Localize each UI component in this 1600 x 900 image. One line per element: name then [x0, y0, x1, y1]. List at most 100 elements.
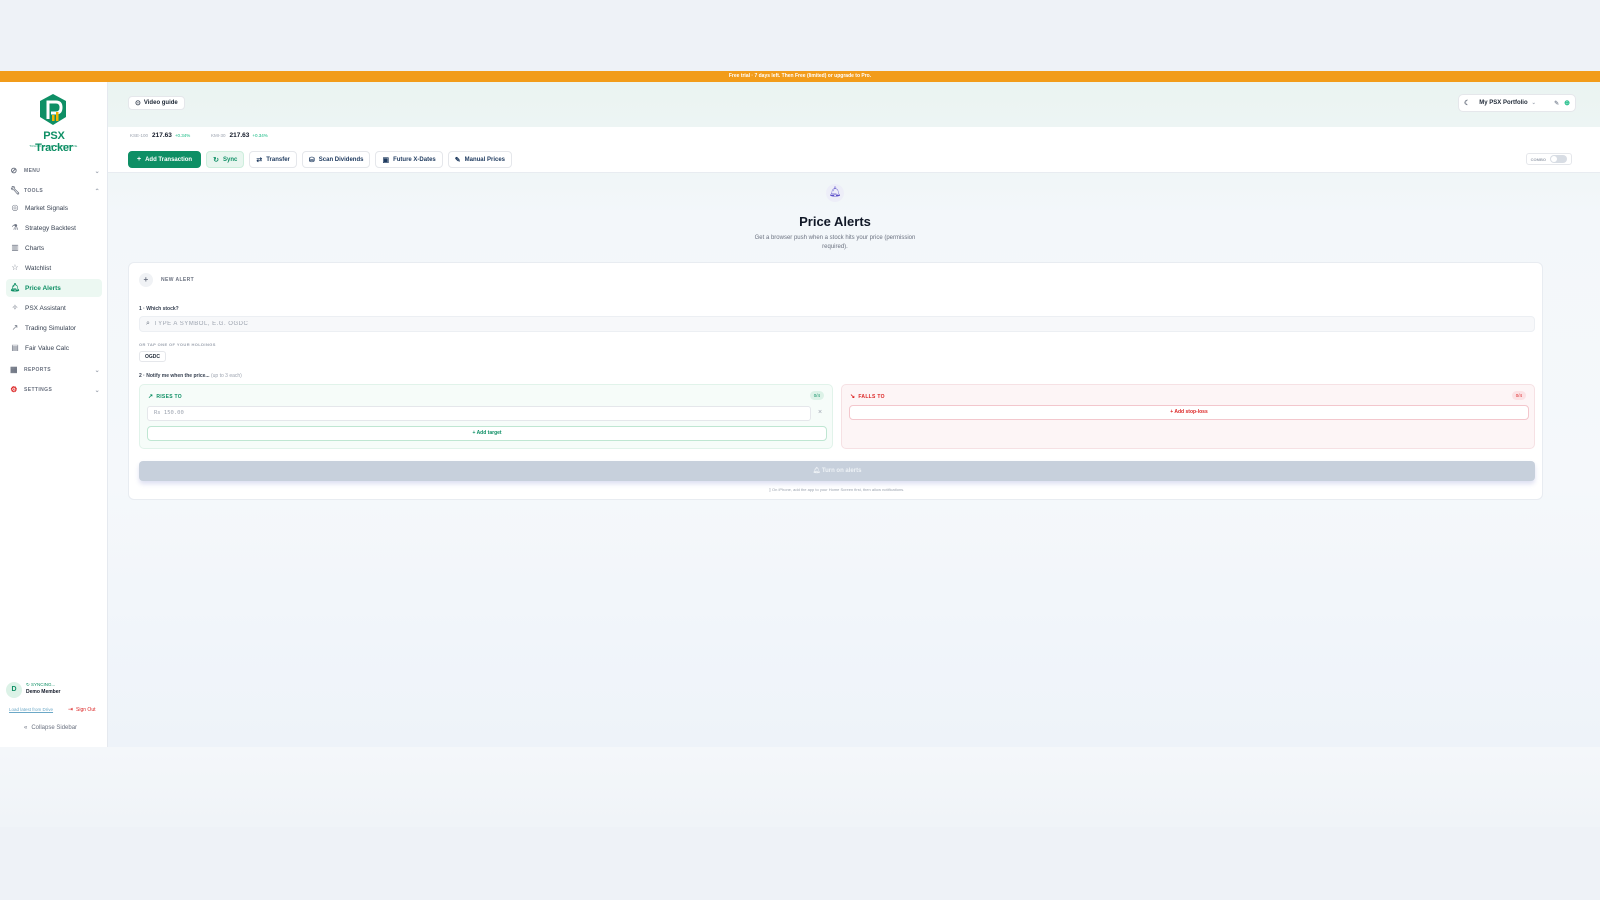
- page-title: Price Alerts: [799, 214, 871, 229]
- brand-name: PSX Tracker: [35, 130, 73, 154]
- toggle-switch[interactable]: [1550, 155, 1567, 163]
- main-content: ⊙ Video guide ☾ My PSX Portfolio ⌄ ✎ ⊕ K…: [108, 82, 1600, 747]
- compass-icon: ⊘: [10, 166, 18, 175]
- plus-icon: +: [137, 156, 142, 163]
- falls-to-panel: ↘ FALLS TO 0/4 + Add stop-loss: [841, 384, 1535, 449]
- app-shell: PSX Tracker TRACK MORE. EARN MORE. ⊘ MEN…: [0, 82, 1600, 747]
- bar-chart-icon: ▦: [10, 365, 18, 374]
- sidebar-section-menu[interactable]: ⊘ MENU ⌄: [8, 164, 100, 178]
- falls-to-header: ↘ FALLS TO: [850, 393, 885, 401]
- star-icon: ☆: [11, 263, 19, 272]
- chart-icon: ▥: [11, 243, 19, 252]
- symbol-search[interactable]: ⌕: [139, 316, 1535, 332]
- logo-mark-icon: [40, 94, 66, 125]
- arrow-down-right-icon: ↘: [850, 394, 856, 400]
- sidebar-item-charts[interactable]: ▥ Charts: [6, 239, 102, 257]
- sign-out-button[interactable]: ⇥ Sign Out: [68, 706, 96, 714]
- ticker-item: KSE-100 217.63 +0.34%: [130, 132, 191, 139]
- step-2-label: 2 · Notify me when the price... (up to 3…: [139, 373, 242, 379]
- combo-toggle[interactable]: COMBO: [1525, 153, 1572, 165]
- moon-icon[interactable]: ☾: [1464, 99, 1470, 107]
- scan-dividends-button[interactable]: ⛁ Scan Dividends: [301, 151, 371, 168]
- transfer-button[interactable]: ⇄ Transfer: [249, 151, 297, 168]
- add-circle-icon[interactable]: ⊕: [1564, 99, 1570, 107]
- portfolio-selector[interactable]: ☾ My PSX Portfolio ⌄ ✎ ⊕: [1458, 94, 1576, 112]
- sync-button[interactable]: ↻ Sync: [206, 151, 245, 168]
- add-stop-loss-button[interactable]: + Add stop-loss: [849, 405, 1529, 420]
- sidebar-item-watchlist[interactable]: ☆ Watchlist: [6, 259, 102, 277]
- symbol-search-input[interactable]: [153, 321, 754, 327]
- collapse-sidebar-button[interactable]: « Collapse Sidebar: [24, 725, 77, 731]
- avatar: D: [6, 682, 22, 698]
- add-transaction-button[interactable]: + Add Transaction: [128, 151, 202, 168]
- calendar-icon: ▣: [382, 156, 390, 164]
- holdings-label: OR TAP ONE OF YOUR HOLDINGS: [139, 342, 216, 347]
- search-icon: ⌕: [146, 320, 150, 327]
- sidebar-item-strategy-backtest[interactable]: ⚗︎ Strategy Backtest: [6, 219, 102, 237]
- holding-chip[interactable]: OGDC: [139, 351, 166, 362]
- manual-prices-button[interactable]: ✎ Manual Prices: [447, 151, 512, 168]
- coins-icon: ⛁: [308, 156, 315, 164]
- brand-logo[interactable]: PSX Tracker TRACK MORE. EARN MORE.: [24, 93, 84, 154]
- brand-tagline: TRACK MORE. EARN MORE.: [29, 144, 79, 148]
- double-chevron-left-icon: «: [24, 725, 28, 731]
- rises-count-badge: 0/4: [809, 391, 824, 400]
- falls-count-badge: 0/4: [1511, 391, 1526, 400]
- chevron-down-icon: ⌄: [94, 168, 100, 175]
- wrench-icon: 🔧︎: [10, 186, 21, 195]
- step-1-label: 1 · Which stock?: [139, 306, 179, 312]
- action-toolbar: + Add Transaction ↻ Sync ⇄ Transfer ⛁ Sc…: [128, 151, 517, 168]
- trend-icon: ↗: [11, 323, 19, 332]
- play-circle-icon: ⊙: [135, 100, 141, 107]
- chevron-up-icon: ⌃: [94, 188, 100, 195]
- page-bottom-area: [0, 747, 1600, 827]
- sidebar-section-reports[interactable]: ▦ REPORTS ⌄: [8, 363, 100, 377]
- sidebar-item-price-alerts[interactable]: 🔔︎ Price Alerts: [6, 279, 102, 297]
- close-icon[interactable]: ×: [818, 409, 822, 416]
- gear-icon: ⚙︎: [10, 385, 18, 394]
- trial-banner: Free trial · 7 days left. Then Free (lim…: [0, 71, 1600, 82]
- bell-icon: 🔔︎: [10, 283, 21, 292]
- video-guide-button[interactable]: ⊙ Video guide: [128, 96, 185, 110]
- turn-on-alerts-button[interactable]: 🔔︎ Turn on alerts: [139, 461, 1535, 481]
- arrow-up-right-icon: ↗: [148, 394, 154, 400]
- sidebar-section-settings[interactable]: ⚙︎ SETTINGS ⌄: [8, 383, 100, 397]
- add-target-button[interactable]: + Add target: [147, 426, 827, 441]
- rises-to-header: ↗ RISES TO: [148, 393, 182, 401]
- bell-icon: 🔔︎: [826, 184, 844, 202]
- user-profile[interactable]: D ↻ SYNCING... Demo Member: [4, 680, 104, 700]
- sidebar-section-tools[interactable]: 🔧︎ TOOLS ⌃: [8, 184, 100, 198]
- load-from-drive-link[interactable]: Load latest from Drive: [9, 707, 53, 712]
- page-subtitle: Get a browser push when a stock hits you…: [754, 235, 916, 250]
- new-alert-header[interactable]: + NEW ALERT: [139, 273, 194, 287]
- pencil-icon: ✎: [454, 156, 461, 164]
- sidebar: PSX Tracker TRACK MORE. EARN MORE. ⊘ MEN…: [0, 82, 108, 747]
- edit-icon[interactable]: ✎: [1554, 100, 1559, 107]
- calculator-icon: ▤: [11, 343, 19, 352]
- chevron-down-icon: ⌄: [94, 367, 100, 374]
- chevron-down-icon: ⌄: [1531, 100, 1536, 106]
- iphone-footnote: ▯ On iPhone, add the app to your Home Sc…: [768, 487, 905, 492]
- refresh-icon: ↻: [213, 156, 219, 164]
- sidebar-item-trading-simulator[interactable]: ↗ Trading Simulator: [6, 319, 102, 337]
- sidebar-item-market-signals[interactable]: ◎ Market Signals: [6, 199, 102, 217]
- future-x-dates-button[interactable]: ▣ Future X-Dates: [375, 151, 443, 168]
- sidebar-item-fair-value-calc[interactable]: ▤ Fair Value Calc: [6, 339, 102, 357]
- chevron-down-icon: ⌄: [94, 387, 100, 394]
- bell-icon: 🔔︎: [812, 468, 822, 474]
- plus-icon: +: [139, 273, 153, 287]
- radar-icon: ◎: [11, 203, 19, 212]
- sidebar-item-psx-assistant[interactable]: ✧ PSX Assistant: [6, 299, 102, 317]
- target-price-input[interactable]: Rs 150.00: [147, 406, 811, 421]
- top-bar: ⊙ Video guide ☾ My PSX Portfolio ⌄ ✎ ⊕: [108, 82, 1600, 127]
- sync-status: ↻ SYNCING...: [26, 682, 56, 687]
- new-alert-card: + NEW ALERT 1 · Which stock? ⌕ OR TAP ON…: [128, 262, 1543, 500]
- rises-to-panel: ↗ RISES TO 0/4 Rs 150.00 × + Add target: [139, 384, 833, 449]
- logout-icon: ⇥: [68, 707, 74, 713]
- flask-icon: ⚗︎: [11, 223, 19, 232]
- ticker-item: KMI-30 217.63 +0.34%: [211, 132, 268, 139]
- sparkle-icon: ✧: [11, 303, 19, 312]
- user-name: Demo Member: [26, 689, 61, 695]
- sync-spinner-icon: ↻: [26, 682, 30, 687]
- swap-icon: ⇄: [256, 156, 263, 164]
